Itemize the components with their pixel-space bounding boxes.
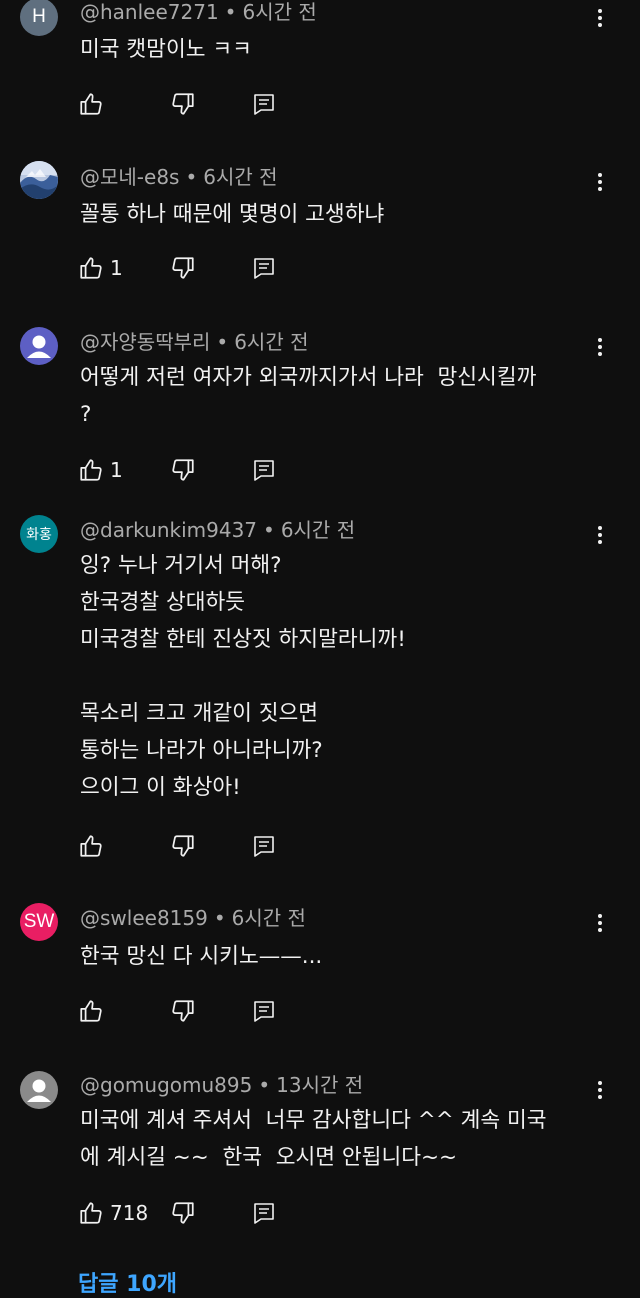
avatar[interactable]: 화홍 bbox=[20, 515, 58, 553]
comment-meta: @darkunkim9437 • 6시간 전 bbox=[80, 518, 356, 542]
like-button[interactable] bbox=[78, 831, 104, 861]
thumbs-down-icon bbox=[170, 833, 196, 859]
avatar[interactable]: H bbox=[20, 0, 58, 36]
thumbs-down-icon bbox=[170, 457, 196, 483]
thumbs-down-icon bbox=[170, 91, 196, 117]
dislike-button[interactable] bbox=[170, 1198, 196, 1228]
comment-time: 6시간 전 bbox=[234, 330, 309, 354]
dislike-button[interactable] bbox=[170, 996, 196, 1026]
like-button[interactable] bbox=[78, 996, 104, 1026]
view-replies-link[interactable]: 답글 10개 bbox=[78, 1266, 177, 1298]
avatar[interactable]: SW bbox=[20, 903, 58, 941]
avatar[interactable] bbox=[20, 1071, 58, 1109]
comment-text: 잉? 누나 거기서 머해? 한국경찰 상대하듯 미국경찰 한테 진상짓 하지말라… bbox=[80, 553, 406, 800]
reply-button[interactable] bbox=[252, 1198, 276, 1228]
dislike-button[interactable] bbox=[170, 253, 196, 283]
comment-actions bbox=[78, 996, 318, 1026]
comment-time: 13시간 전 bbox=[276, 1073, 364, 1097]
comment-text: 어떻게 저런 여자가 외국까지가서 나라 망신시킬까 ? bbox=[80, 365, 537, 427]
comment-meta: @모네-e8s • 6시간 전 bbox=[80, 165, 278, 189]
comment-text: 꼴통 하나 때문에 몇명이 고생하냐 bbox=[80, 202, 385, 227]
like-button[interactable]: 718 bbox=[78, 1198, 148, 1228]
like-button[interactable] bbox=[78, 89, 104, 119]
more-vert-icon[interactable] bbox=[588, 334, 612, 360]
reply-button[interactable] bbox=[252, 831, 276, 861]
thumbs-up-icon bbox=[78, 998, 104, 1024]
avatar-letter: 화홍 bbox=[26, 526, 52, 542]
reply-icon bbox=[252, 458, 276, 482]
dislike-button[interactable] bbox=[170, 455, 196, 485]
avatar[interactable] bbox=[20, 161, 58, 199]
dislike-button[interactable] bbox=[170, 831, 196, 861]
thumbs-up-icon bbox=[78, 833, 104, 859]
reply-button[interactable] bbox=[252, 455, 276, 485]
comment-time: 6시간 전 bbox=[242, 0, 317, 24]
thumbs-down-icon bbox=[170, 1200, 196, 1226]
avatar[interactable] bbox=[20, 327, 58, 365]
more-vert-icon[interactable] bbox=[588, 910, 612, 936]
comment-text: 미국 캣맘이노 ㅋㅋ bbox=[80, 37, 252, 62]
comment-author[interactable]: @hanlee7271 bbox=[80, 0, 219, 24]
thumbs-up-icon bbox=[78, 1200, 104, 1226]
comment-actions: 1 bbox=[78, 455, 318, 485]
comment-actions bbox=[78, 831, 318, 861]
more-vert-icon[interactable] bbox=[588, 5, 612, 31]
reply-button[interactable] bbox=[252, 996, 276, 1026]
reply-icon bbox=[252, 256, 276, 280]
comment-text: 미국에 계셔 주셔서 너무 감사합니다 ^^ 계속 미국 에 계시길 ~~ 한국… bbox=[80, 1108, 547, 1170]
comment-text: 한국 망신 다 시키노——... bbox=[80, 944, 323, 969]
more-vert-icon[interactable] bbox=[588, 169, 612, 195]
thumbs-down-icon bbox=[170, 998, 196, 1024]
comment-actions: 718 bbox=[78, 1198, 318, 1228]
comment-meta: @자양동딱부리 • 6시간 전 bbox=[80, 330, 309, 354]
dislike-button[interactable] bbox=[170, 89, 196, 119]
reply-icon bbox=[252, 92, 276, 116]
thumbs-down-icon bbox=[170, 255, 196, 281]
reply-button[interactable] bbox=[252, 89, 276, 119]
comment-time: 6시간 전 bbox=[231, 906, 306, 930]
like-count: 718 bbox=[110, 1201, 149, 1225]
reply-button[interactable] bbox=[252, 253, 276, 283]
default-person-icon bbox=[27, 335, 51, 358]
comment-actions: 1 bbox=[78, 253, 318, 283]
comment-author[interactable]: @darkunkim9437 bbox=[80, 518, 257, 542]
thumbs-up-icon bbox=[78, 255, 104, 281]
comment-author[interactable]: @swlee8159 bbox=[80, 906, 208, 930]
comment-meta: @hanlee7271 • 6시간 전 bbox=[80, 0, 317, 24]
landscape-photo-icon bbox=[20, 161, 58, 199]
thumbs-up-icon bbox=[78, 457, 104, 483]
like-button[interactable]: 1 bbox=[78, 455, 123, 485]
like-count: 1 bbox=[110, 458, 123, 482]
reply-icon bbox=[252, 834, 276, 858]
default-person-icon bbox=[27, 1079, 51, 1102]
like-count: 1 bbox=[110, 256, 123, 280]
thumbs-up-icon bbox=[78, 91, 104, 117]
comment-meta: @gomugomu895 • 13시간 전 bbox=[80, 1073, 364, 1097]
comment-actions bbox=[78, 89, 318, 119]
reply-icon bbox=[252, 1201, 276, 1225]
more-vert-icon[interactable] bbox=[588, 522, 612, 548]
comment-time: 6시간 전 bbox=[203, 165, 278, 189]
avatar-letter: H bbox=[32, 6, 46, 27]
comment-meta: @swlee8159 • 6시간 전 bbox=[80, 906, 306, 930]
comment-author[interactable]: @모네-e8s bbox=[80, 165, 179, 189]
like-button[interactable]: 1 bbox=[78, 253, 123, 283]
avatar-letter: SW bbox=[23, 911, 55, 932]
reply-icon bbox=[252, 999, 276, 1023]
comment-author[interactable]: @gomugomu895 bbox=[80, 1073, 252, 1097]
more-vert-icon[interactable] bbox=[588, 1077, 612, 1103]
comment-time: 6시간 전 bbox=[280, 518, 356, 542]
comment-author[interactable]: @자양동딱부리 bbox=[80, 330, 210, 354]
